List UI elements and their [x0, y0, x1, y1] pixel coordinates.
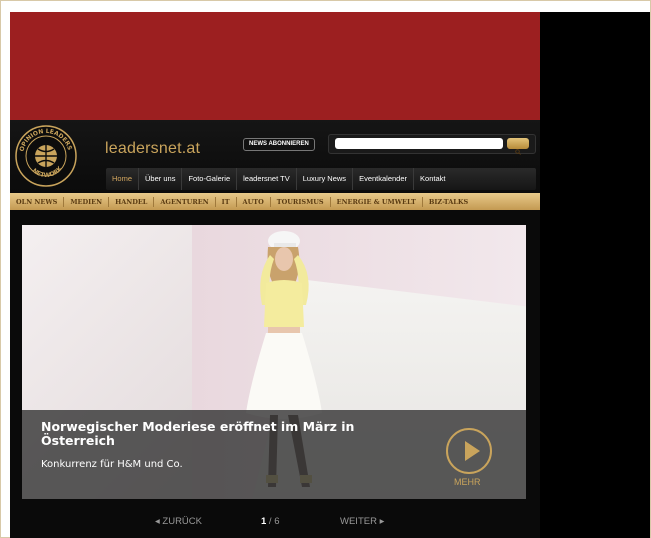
- slide-title[interactable]: Norwegischer Moderiese eröffnet im März …: [41, 420, 401, 448]
- category-handel[interactable]: HANDEL: [109, 196, 155, 207]
- category-tourismus[interactable]: TOURISMUS: [271, 196, 331, 207]
- nav-kontakt[interactable]: Kontakt: [414, 168, 451, 190]
- nav-leadersnet-tv[interactable]: leadersnet TV: [237, 168, 297, 190]
- nav-foto-galerie[interactable]: Foto-Galerie: [182, 168, 238, 190]
- nav-luxury-news[interactable]: Luxury News: [297, 168, 354, 190]
- category-agenturen[interactable]: AGENTUREN: [154, 196, 216, 207]
- slider-pager: ◂ ZURÜCK 1 / 6 WEITER ▸: [10, 516, 540, 530]
- featured-slider[interactable]: Norwegischer Moderiese eröffnet im März …: [22, 225, 526, 499]
- search-input[interactable]: [335, 138, 503, 149]
- more-link[interactable]: MEHR: [454, 477, 481, 487]
- nav-home[interactable]: Home: [106, 168, 140, 190]
- category-medien[interactable]: MEDIEN: [64, 196, 110, 207]
- total-slides: / 6: [266, 516, 280, 527]
- right-sidebar: [540, 12, 650, 538]
- category-biz-talks[interactable]: BIZ-TALKS: [423, 197, 474, 207]
- category-energie-umwelt[interactable]: ENERGIE & UMWELT: [331, 196, 423, 207]
- nav-eventkalender[interactable]: Eventkalender: [353, 168, 415, 190]
- slide-caption[interactable]: Norwegischer Moderiese eröffnet im März …: [22, 410, 526, 499]
- search-button[interactable]: [507, 138, 529, 155]
- category-it[interactable]: IT: [216, 196, 237, 207]
- category-bar: OLN NEWS MEDIEN HANDEL AGENTUREN IT AUTO…: [10, 193, 540, 210]
- nav-ueber-uns[interactable]: Über uns: [139, 168, 183, 190]
- site-container: OPINION LEADERS NETWORK leadersnet.at NE…: [10, 120, 540, 538]
- previous-button[interactable]: ◂ ZURÜCK: [155, 516, 202, 527]
- newsletter-subscribe-button[interactable]: NEWS ABONNIEREN: [243, 138, 315, 151]
- category-auto[interactable]: AUTO: [237, 196, 271, 207]
- play-icon: [465, 441, 480, 461]
- site-name[interactable]: leadersnet.at: [105, 140, 200, 158]
- slide-counter: 1 / 6: [261, 516, 280, 527]
- slide-subtitle: Konkurrenz für H&M und Co.: [41, 459, 183, 470]
- opinion-leaders-network-logo[interactable]: OPINION LEADERS NETWORK: [14, 124, 78, 188]
- category-oln-news[interactable]: OLN NEWS: [10, 196, 65, 207]
- main-navigation: Home Über uns Foto-Galerie leadersnet TV…: [106, 168, 536, 190]
- play-button[interactable]: [446, 428, 492, 474]
- site-header: OPINION LEADERS NETWORK leadersnet.at NE…: [10, 120, 540, 192]
- ad-banner[interactable]: [10, 12, 540, 120]
- next-button[interactable]: WEITER ▸: [340, 516, 384, 527]
- search-box: [328, 134, 536, 155]
- search-icon: [515, 140, 521, 155]
